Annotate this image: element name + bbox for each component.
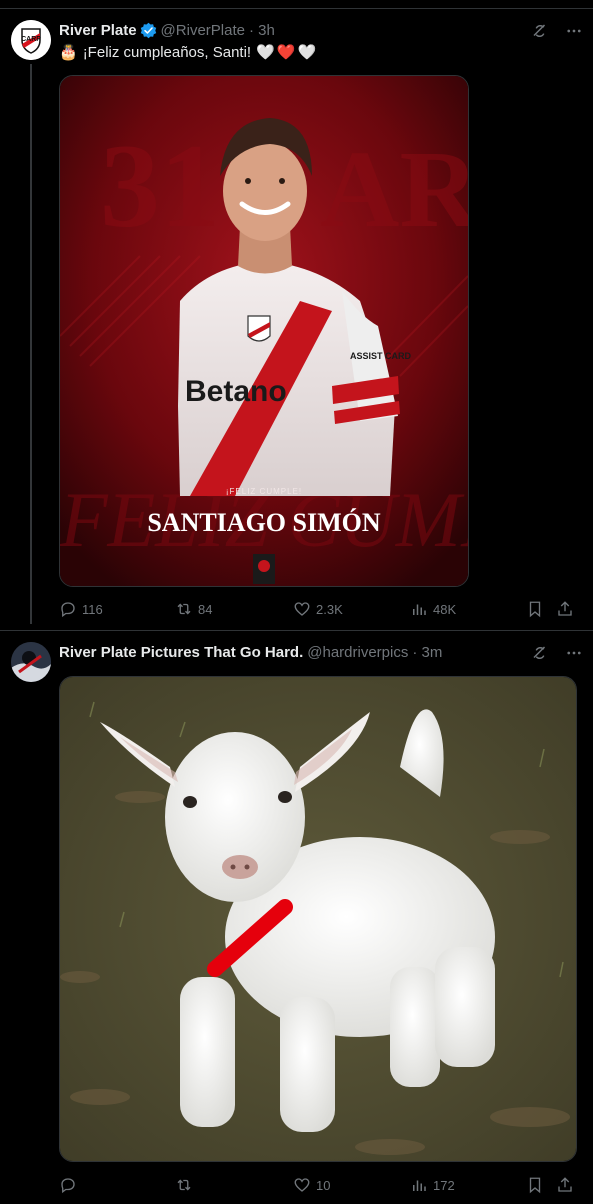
author-name[interactable]: River Plate Pictures That Go Hard. [59,644,303,661]
top-spacer [0,0,593,8]
tweet-2-actions: 10 172 [0,1174,593,1196]
bookmark-icon [529,1177,541,1194]
reply-count: 116 [82,601,103,617]
repost-button[interactable]: 84 [175,600,212,618]
image-title: SANTIAGO SIMÓN [147,508,381,537]
share-icon [558,601,572,616]
tweet-1-text: 🎂 ¡Feliz cumpleaños, Santi! 🤍 ❤️ 🤍 [59,43,317,62]
views-count: 48K [433,601,457,617]
author-handle[interactable]: @RiverPlate [161,22,245,39]
like-icon [294,1178,310,1192]
tweet-2-header-icons [531,644,583,667]
red-heart-emoji: ❤️ [276,44,296,61]
cake-emoji: 🎂 [59,44,78,61]
bookmark-button[interactable] [526,600,544,618]
top-separator [0,8,593,9]
tweet-1-image[interactable]: 31 ARP FELIZ CUMPLE Betano ASSIST CARD [59,75,469,587]
share-button[interactable] [556,600,574,618]
views-button[interactable]: 172 [410,1176,455,1194]
grok-icon[interactable] [531,644,549,667]
tweet-1-header: River Plate @RiverPlate · 3h [59,22,275,39]
sleeve-sponsor-text: ASSIST CARD [350,351,412,361]
white-heart-emoji: 🤍 [256,44,275,61]
like-count: 2.3K [316,601,343,617]
more-options-icon[interactable] [565,644,583,667]
tweet-1-header-icons [531,22,583,45]
thread-line [30,64,32,624]
timestamp[interactable]: · 3m [412,644,442,661]
tweet-separator [0,630,593,631]
tweet-1-actions: 116 84 2.3K 48K [0,598,593,620]
white-heart-emoji: 🤍 [297,44,317,61]
shirt-sponsor-text: Betano [185,375,287,408]
like-icon [294,602,310,616]
bookmark-icon [529,601,541,618]
share-icon [558,1177,572,1192]
views-count: 172 [433,1177,455,1193]
more-options-icon[interactable] [565,22,583,45]
image-subtitle: ¡FELIZ CUMPLE! [226,487,302,496]
repost-icon [177,603,191,615]
svg-text:31: 31 [100,119,220,252]
hardriverpics-avatar[interactable] [11,642,51,682]
like-button[interactable]: 2.3K [293,600,343,618]
share-button[interactable] [556,1176,574,1194]
grok-icon[interactable] [531,22,549,45]
repost-button[interactable] [175,1176,198,1194]
author-name[interactable]: River Plate [59,22,137,39]
river-plate-avatar[interactable]: CARP [11,20,51,60]
tweet-text-body: ¡Feliz cumpleaños, Santi! [82,43,252,61]
like-count: 10 [316,1177,331,1193]
reply-button[interactable] [59,1176,82,1194]
repost-count: 84 [198,601,213,617]
svg-text:ARP: ARP [320,128,468,250]
reply-icon [61,1178,75,1194]
views-icon [413,604,426,615]
reply-icon [61,602,75,618]
timestamp[interactable]: · 3h [249,22,275,39]
tweet-2-header: River Plate Pictures That Go Hard. @hard… [59,644,442,661]
like-button[interactable]: 10 [293,1176,330,1194]
bookmark-button[interactable] [526,1176,544,1194]
verified-badge-icon [140,22,157,39]
svg-text:CARP: CARP [21,36,41,43]
tweet-2-image[interactable] [59,676,577,1162]
views-icon [413,1180,426,1191]
reply-button[interactable]: 116 [59,600,103,618]
views-button[interactable]: 48K [410,600,456,618]
author-handle[interactable]: @hardriverpics [307,644,408,661]
repost-icon [177,1179,191,1191]
